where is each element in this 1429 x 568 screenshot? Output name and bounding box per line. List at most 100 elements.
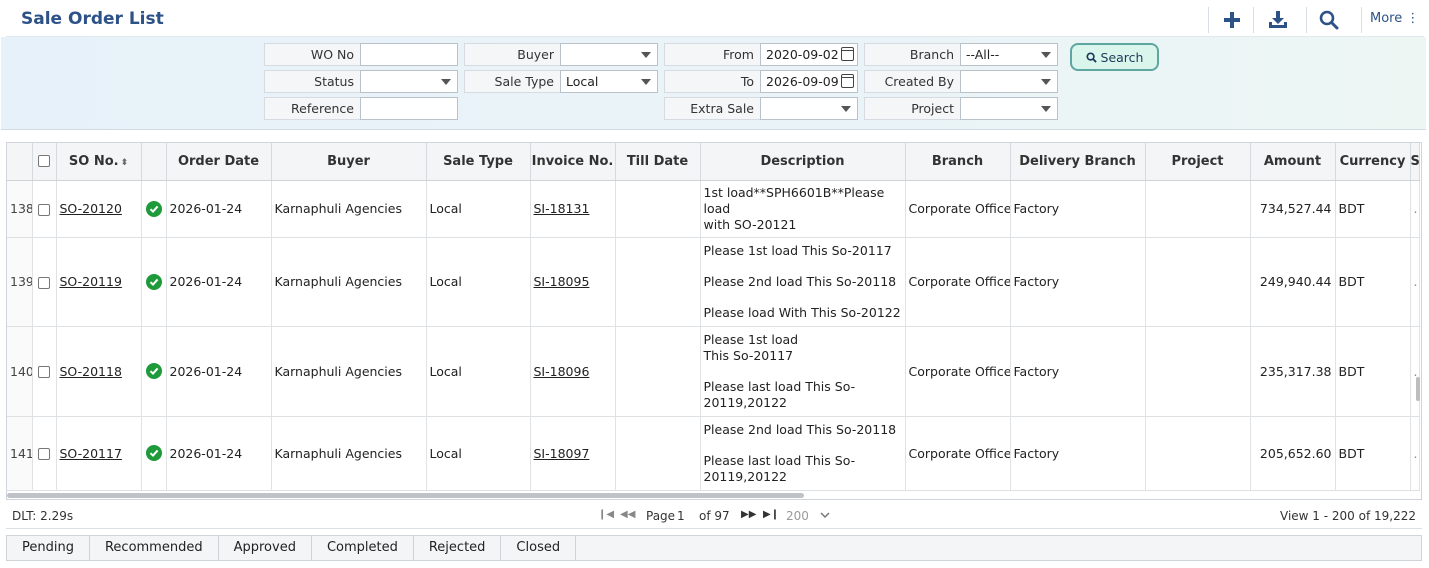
table-row[interactable]: 138 SO-20120 2026-01-24 Karnaphuli Agencies… — [7, 180, 1420, 238]
search-icon[interactable] — [1316, 7, 1342, 33]
horizontal-scrollbar[interactable] — [7, 493, 804, 498]
project-select[interactable] — [960, 97, 1058, 120]
prev-page-icon[interactable]: ◀◀ — [620, 509, 635, 520]
header-sale-type[interactable]: Sale Type — [426, 143, 531, 181]
sale-type-select-value: Local — [566, 74, 599, 89]
table-row[interactable]: 141 SO-20117 2026-01-24 Karnaphuli Agencies… — [7, 416, 1420, 491]
sort-icon[interactable]: ⬍ — [121, 158, 129, 168]
table-row[interactable]: 139 SO-20119 2026-01-24 Karnaphuli Agencies… — [7, 237, 1420, 327]
row-select-cell[interactable] — [32, 326, 57, 417]
so-no-link[interactable]: SO-20118 — [60, 364, 122, 379]
page-count: of 97 — [699, 509, 730, 523]
download-icon[interactable] — [1265, 7, 1291, 33]
header-so-no[interactable]: SO No. ⬍ — [56, 143, 142, 181]
buyer-cell: Karnaphuli Agencies — [271, 180, 427, 238]
status-cell: . — [1410, 237, 1420, 327]
row-checkbox[interactable] — [38, 276, 50, 289]
row-select-cell[interactable] — [32, 416, 57, 491]
row-checkbox[interactable] — [38, 448, 50, 460]
branch-cell: Corporate Office — [905, 180, 1011, 238]
sale-type-label: Sale Type — [464, 70, 560, 93]
wo-no-input[interactable] — [360, 43, 458, 66]
header-project[interactable]: Project — [1145, 143, 1251, 181]
row-select-cell[interactable] — [32, 237, 57, 327]
description-line: Please 1st load This So-20117 — [703, 242, 892, 258]
row-checkbox[interactable] — [38, 366, 50, 378]
so-no-link[interactable]: SO-20117 — [60, 446, 122, 461]
amount-cell: 249,940.44 — [1250, 237, 1336, 327]
header-order-date[interactable]: Order Date — [166, 143, 272, 181]
check-circle-icon — [145, 445, 162, 462]
tab-closed[interactable]: Closed — [501, 536, 577, 560]
calendar-icon[interactable] — [841, 74, 854, 88]
status-icon-cell — [141, 237, 167, 327]
header-currency[interactable]: Currency — [1335, 143, 1411, 181]
tab-rejected[interactable]: Rejected — [414, 536, 502, 560]
till-date-cell — [615, 416, 701, 491]
page-input[interactable]: 1 — [677, 509, 685, 523]
so-no-link[interactable]: SO-20119 — [60, 274, 122, 289]
next-page-icon[interactable]: ▶▶ — [741, 509, 756, 520]
calendar-icon[interactable] — [841, 47, 854, 61]
sale-type-select[interactable]: Local — [560, 70, 658, 93]
from-date-input[interactable]: 2020-09-02 — [760, 43, 858, 66]
add-icon[interactable] — [1219, 7, 1245, 33]
vertical-scrollbar[interactable] — [1416, 377, 1420, 401]
row-select-cell[interactable] — [32, 180, 57, 238]
so-no-link[interactable]: SO-20120 — [60, 201, 122, 216]
amount-cell: 205,652.60 — [1250, 416, 1336, 491]
invoice-link[interactable]: SI-18131 — [534, 201, 590, 216]
header-description[interactable]: Description — [700, 143, 906, 181]
description-line: Please 2nd load This So-20118 — [703, 273, 897, 289]
extra-sale-select[interactable] — [760, 97, 858, 120]
header-till-date[interactable]: Till Date — [615, 143, 701, 181]
header-select-all[interactable] — [32, 143, 57, 181]
amount-cell: 235,317.38 — [1250, 326, 1336, 417]
invoice-no-cell: SI-18095 — [530, 237, 616, 327]
tab-approved[interactable]: Approved — [219, 536, 312, 560]
tab-recommended[interactable]: Recommended — [90, 536, 219, 560]
chevron-down-icon[interactable] — [820, 512, 830, 519]
more-menu-button[interactable]: More ⋮ — [1370, 11, 1419, 26]
check-circle-icon — [145, 273, 162, 290]
invoice-link[interactable]: SI-18096 — [534, 364, 590, 379]
till-date-cell — [615, 326, 701, 417]
sale-type-cell: Local — [426, 326, 531, 417]
buyer-select[interactable] — [560, 43, 658, 66]
branch-select[interactable]: --All-- — [960, 43, 1058, 66]
first-page-icon[interactable]: ❙◀ — [598, 509, 614, 520]
sale-type-cell: Local — [426, 180, 531, 238]
invoice-link[interactable]: SI-18095 — [534, 274, 590, 289]
description-cell: Please 1st load This So-20117 Please 2nd … — [700, 237, 906, 327]
to-date-input[interactable]: 2026-09-09 — [760, 70, 858, 93]
header-delivery-branch[interactable]: Delivery Branch — [1010, 143, 1146, 181]
last-page-icon[interactable]: ▶❙ — [763, 509, 779, 520]
row-checkbox[interactable] — [38, 203, 50, 216]
header-status[interactable]: S — [1410, 143, 1420, 181]
branch-select-value: --All-- — [966, 47, 1000, 62]
status-tabs: Pending Recommended Approved Completed R… — [6, 535, 1422, 561]
tab-pending[interactable]: Pending — [7, 536, 90, 560]
header-invoice-no[interactable]: Invoice No. — [530, 143, 616, 181]
table-row[interactable]: 140 SO-20118 2026-01-24 Karnaphuli Agencies… — [7, 326, 1420, 417]
currency-cell: BDT — [1335, 237, 1411, 327]
header-status-icon — [141, 143, 167, 181]
invoice-link[interactable]: SI-18097 — [534, 446, 590, 461]
header-branch[interactable]: Branch — [905, 143, 1011, 181]
page-size-select[interactable]: 200 — [786, 509, 809, 523]
search-button[interactable]: Search — [1070, 43, 1159, 71]
reference-input[interactable] — [360, 97, 458, 120]
header-amount[interactable]: Amount — [1250, 143, 1336, 181]
project-cell — [1145, 416, 1251, 491]
created-by-select[interactable] — [960, 70, 1058, 93]
order-date-cell: 2026-01-24 — [166, 416, 272, 491]
search-icon — [1085, 51, 1097, 63]
description-line: 1st load**SPH6601B**Please load — [703, 184, 885, 216]
status-select[interactable] — [360, 70, 458, 93]
select-all-checkbox[interactable] — [38, 155, 50, 168]
header-buyer[interactable]: Buyer — [271, 143, 427, 181]
extra-sale-label: Extra Sale — [664, 97, 760, 120]
tab-completed[interactable]: Completed — [312, 536, 414, 560]
branch-cell: Corporate Office — [905, 326, 1011, 417]
project-cell — [1145, 237, 1251, 327]
